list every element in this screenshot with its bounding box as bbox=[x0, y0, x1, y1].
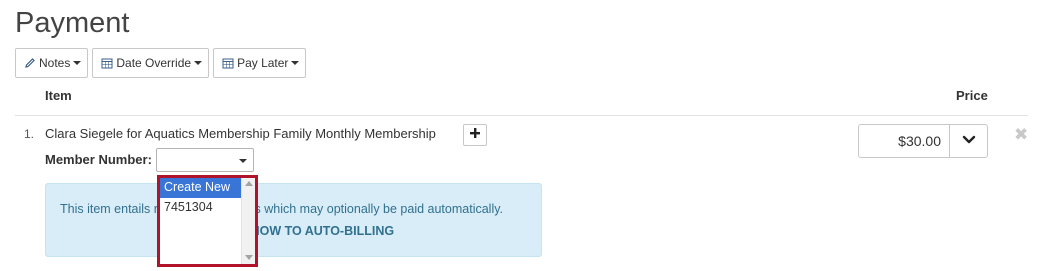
caret-down-icon bbox=[291, 61, 300, 65]
row-number: 1. bbox=[24, 127, 35, 141]
dropdown-option-create-new[interactable]: Create New bbox=[160, 178, 242, 198]
dropdown-scrollbar[interactable] bbox=[241, 178, 255, 264]
payment-toolbar: Notes Date Override Pay Later bbox=[15, 48, 310, 78]
notes-button[interactable]: Notes bbox=[15, 48, 89, 78]
calendar-icon bbox=[101, 57, 113, 69]
date-override-button[interactable]: Date Override bbox=[92, 48, 210, 78]
member-number-label: Member Number: bbox=[45, 152, 152, 167]
member-number-select[interactable] bbox=[156, 148, 254, 172]
price-menu-button[interactable] bbox=[949, 124, 988, 158]
item-name: Clara Siegele for Aquatics Membership Fa… bbox=[45, 126, 436, 141]
header-divider bbox=[15, 115, 1028, 116]
remove-item-button[interactable]: ✖ bbox=[1014, 125, 1028, 145]
plus-icon bbox=[469, 126, 481, 144]
column-header-item: Item bbox=[45, 88, 72, 103]
calendar-icon bbox=[222, 57, 234, 69]
caret-down-icon bbox=[73, 61, 82, 65]
pencil-icon bbox=[24, 57, 36, 69]
dropdown-option-member[interactable]: 7451304 bbox=[160, 198, 242, 218]
page-title: Payment bbox=[15, 7, 130, 39]
date-override-button-label: Date Override bbox=[116, 56, 192, 70]
caret-down-icon bbox=[239, 159, 247, 163]
auto-billing-info-text: This item entails recurring payments whi… bbox=[60, 202, 504, 216]
pay-later-button[interactable]: Pay Later bbox=[213, 48, 307, 78]
scroll-up-icon[interactable] bbox=[245, 181, 253, 186]
close-icon: ✖ bbox=[1014, 125, 1029, 144]
auto-billing-signup-link[interactable]: SIGN UP NOW TO AUTO-BILLING bbox=[60, 224, 530, 238]
price-input[interactable]: $30.00 bbox=[858, 124, 950, 158]
notes-button-label: Notes bbox=[39, 56, 71, 70]
member-number-dropdown: Create New 7451304 bbox=[157, 175, 258, 267]
caret-down-icon bbox=[194, 61, 203, 65]
column-header-price: Price bbox=[956, 88, 988, 103]
add-item-button[interactable] bbox=[463, 124, 487, 146]
scroll-down-icon[interactable] bbox=[245, 255, 253, 260]
auto-billing-info-box: This item entails recurring payments whi… bbox=[45, 183, 542, 257]
pay-later-button-label: Pay Later bbox=[237, 56, 289, 70]
chevron-down-icon bbox=[962, 132, 976, 150]
dropdown-option-list: Create New 7451304 bbox=[160, 178, 242, 264]
